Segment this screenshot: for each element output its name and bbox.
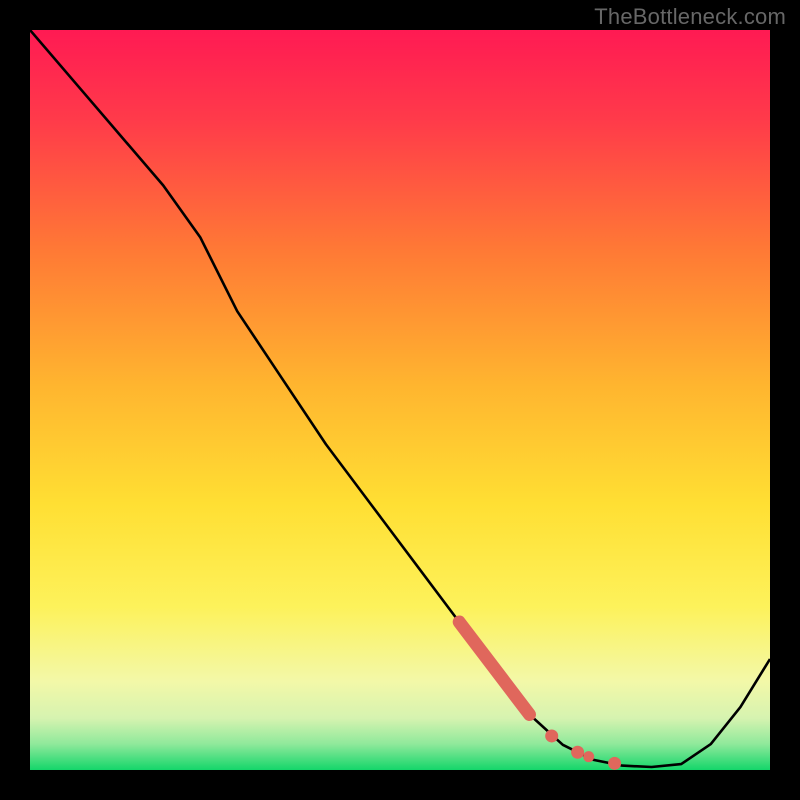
marker-group [459, 622, 621, 770]
highlight-segment [459, 622, 529, 715]
watermark-text: TheBottleneck.com [594, 4, 786, 30]
plot-area [30, 30, 770, 770]
highlight-dot [571, 746, 584, 759]
main-curve [30, 30, 770, 767]
highlight-dot [545, 729, 558, 742]
curve-group [30, 30, 770, 767]
curve-layer [30, 30, 770, 770]
highlight-dot [608, 757, 621, 770]
highlight-dot [583, 751, 594, 762]
chart-frame: TheBottleneck.com [0, 0, 800, 800]
